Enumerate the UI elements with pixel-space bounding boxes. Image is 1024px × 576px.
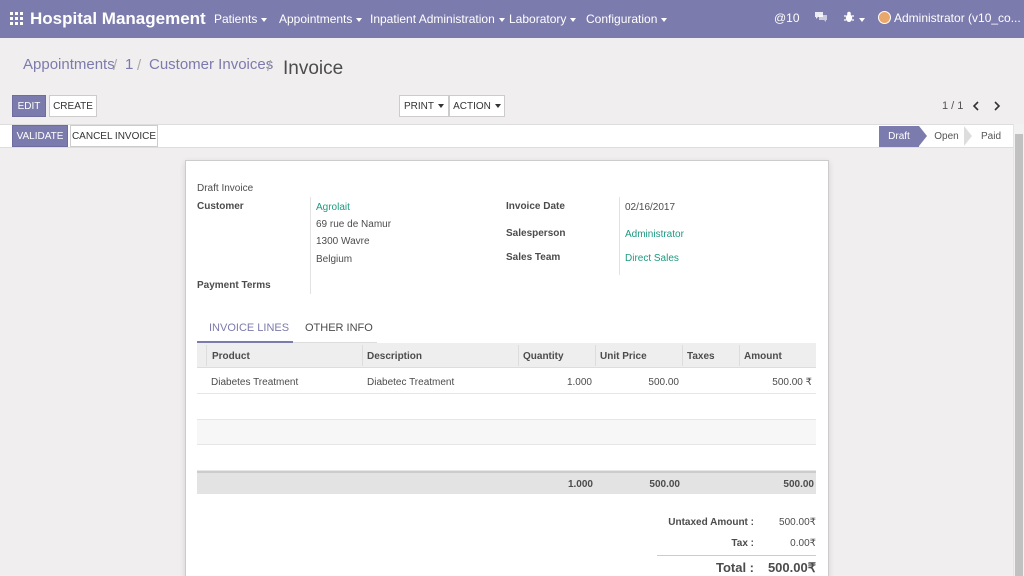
column-amount[interactable]: Amount (744, 351, 782, 362)
breadcrumb-record-1[interactable]: 1 (125, 56, 133, 73)
pager-next-button[interactable] (987, 96, 1007, 116)
lines-table-header (197, 343, 816, 368)
invoice-date-label: Invoice Date (506, 201, 565, 212)
untaxed-amount-label: Untaxed Amount : (668, 517, 754, 528)
menu-laboratory[interactable]: Laboratory (509, 12, 577, 26)
caret-down-icon (570, 17, 577, 22)
create-button[interactable]: CREATE (49, 95, 97, 117)
stage-open[interactable]: Open (928, 126, 965, 147)
column-divider (362, 345, 363, 366)
chevron-right-icon (994, 101, 1001, 111)
total-value: 500.00₹ (767, 560, 816, 575)
column-unit-price[interactable]: Unit Price (600, 351, 647, 362)
caret-down-icon (356, 17, 363, 22)
sales-team-label: Sales Team (506, 252, 561, 263)
field-divider (310, 197, 311, 294)
stage-arrow (919, 126, 927, 146)
untaxed-amount-value: 500.00₹ (779, 517, 816, 528)
caret-down-icon (859, 17, 865, 22)
breadcrumb-separator: / (113, 57, 118, 74)
caret-down-icon (494, 104, 501, 108)
mentions-counter[interactable]: @10 (774, 11, 800, 25)
lines-table-footer (197, 471, 816, 494)
print-dropdown[interactable]: PRINT (399, 95, 449, 117)
cell-quantity: 1.000 (566, 377, 592, 388)
caret-down-icon (661, 17, 668, 22)
customer-link[interactable]: Agrolait (316, 202, 350, 213)
caret-down-icon (438, 104, 444, 108)
chat-icon[interactable] (814, 11, 828, 26)
column-divider (682, 345, 683, 366)
form-sheet (185, 160, 829, 576)
column-divider (595, 345, 596, 366)
address-line: 69 rue de Namur (316, 219, 392, 230)
debug-bug-icon[interactable] (843, 11, 865, 26)
avatar (878, 11, 891, 24)
payment-terms-label: Payment Terms (197, 280, 271, 291)
column-quantity[interactable]: Quantity (523, 351, 564, 362)
invoice-state-title: Draft Invoice (197, 183, 254, 194)
total-unit-price: 500.00 (649, 479, 680, 490)
total-quantity: 1.000 (567, 479, 593, 490)
page-title: Invoice (283, 58, 344, 79)
cell-description: Diabetec Treatment (367, 377, 455, 388)
column-taxes[interactable]: Taxes (687, 351, 715, 362)
scrollbar-thumb[interactable] (1015, 134, 1023, 576)
column-product[interactable]: Product (212, 351, 250, 362)
sales-team-link[interactable]: Direct Sales (625, 253, 679, 264)
cancel-invoice-button[interactable]: CANCEL INVOICE (70, 125, 158, 147)
chevron-left-icon (972, 101, 979, 111)
caret-down-icon (498, 17, 505, 22)
pager-previous-button[interactable] (966, 96, 986, 116)
user-menu[interactable]: Administrator (v10_co... (878, 11, 1021, 25)
salesperson-label: Salesperson (506, 228, 566, 239)
summary-divider (657, 555, 816, 556)
breadcrumb-customer-invoices[interactable]: Customer Invoices (149, 56, 273, 73)
menu-inpatient-administration[interactable]: Inpatient Administration (370, 12, 505, 26)
breadcrumb-separator: / (267, 58, 272, 75)
action-dropdown[interactable]: ACTION (449, 95, 505, 117)
table-row-empty (197, 395, 816, 420)
cell-product: Diabetes Treatment (211, 377, 299, 388)
top-navbar: Hospital Management Patients Appointment… (0, 0, 1024, 38)
menu-configuration[interactable]: Configuration (586, 12, 668, 26)
tab-other-info[interactable]: OTHER INFO (305, 322, 373, 334)
validate-button[interactable]: VALIDATE (12, 125, 68, 147)
address-line: Belgium (316, 254, 353, 265)
tax-label: Tax : (731, 538, 754, 549)
column-divider (739, 345, 740, 366)
column-divider (518, 345, 519, 366)
column-description[interactable]: Description (367, 351, 422, 362)
total-amount: 500.00 (783, 479, 814, 490)
stage-paid[interactable]: Paid (972, 126, 1010, 147)
menu-patients[interactable]: Patients (214, 12, 268, 26)
breadcrumb-separator: / (137, 57, 142, 74)
table-row-empty (197, 446, 816, 471)
address-line: 1300 Wavre (316, 236, 370, 247)
menu-appointments[interactable]: Appointments (279, 12, 363, 26)
app-title[interactable]: Hospital Management (30, 9, 206, 29)
column-divider (206, 345, 207, 366)
caret-down-icon (261, 17, 268, 22)
salesperson-link[interactable]: Administrator (625, 229, 684, 240)
cell-unit-price: 500.00 (648, 377, 679, 388)
breadcrumb-appointments[interactable]: Appointments (23, 56, 115, 73)
cell-amount: 500.00 ₹ (772, 377, 812, 388)
edit-button[interactable]: EDIT (12, 95, 46, 117)
table-row-empty (197, 420, 816, 445)
tab-invoice-lines[interactable]: INVOICE LINES (209, 322, 289, 334)
stage-arrow (964, 126, 972, 146)
tax-value: 0.00₹ (790, 538, 816, 549)
stage-draft[interactable]: Draft (879, 126, 919, 147)
field-divider (619, 197, 620, 275)
total-label: Total : (715, 560, 754, 575)
pager-value: 1 / 1 (942, 100, 964, 112)
invoice-date-value: 02/16/2017 (625, 202, 676, 213)
customer-label: Customer (197, 201, 244, 212)
app-switcher-icon[interactable] (10, 12, 23, 25)
